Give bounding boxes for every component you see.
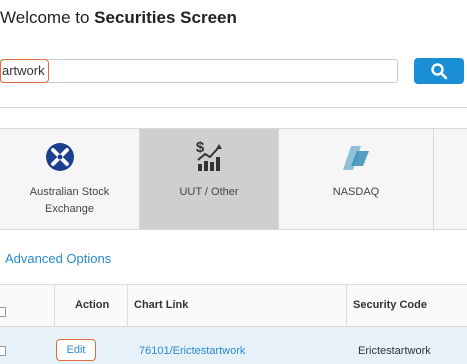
tab-nasdaq[interactable]: NASDAQ bbox=[279, 129, 434, 229]
table-header: Action Chart Link Security Code bbox=[0, 284, 467, 327]
tab-label: UUT / Other bbox=[179, 186, 239, 198]
security-code-cell: Erictestartwork bbox=[358, 345, 431, 357]
asx-logo-icon bbox=[46, 143, 74, 171]
advanced-options-link[interactable]: Advanced Options bbox=[5, 251, 111, 266]
column-separator bbox=[127, 285, 128, 326]
tab-label: Australian Stock bbox=[29, 186, 110, 198]
divider bbox=[0, 107, 467, 108]
search-icon bbox=[431, 63, 448, 80]
tab-label: NASDAQ bbox=[332, 186, 380, 198]
search-button[interactable] bbox=[414, 58, 464, 84]
nasdaq-logo-icon bbox=[343, 146, 369, 170]
column-header-action: Action bbox=[75, 299, 110, 311]
tab-uut-other[interactable]: $ UUT / Other bbox=[140, 129, 279, 229]
svg-text:$: $ bbox=[196, 139, 205, 156]
tab-australian-stock-exchange[interactable]: Australian Stock Exchange bbox=[0, 129, 140, 229]
row-checkbox[interactable] bbox=[0, 346, 6, 356]
tab-label: Exchange bbox=[45, 203, 94, 215]
page-title: Welcome to Securities Screen bbox=[0, 8, 237, 27]
search-input[interactable]: artwork bbox=[0, 59, 398, 83]
exchange-tabs: Australian Stock Exchange $ UUT / Other … bbox=[0, 128, 467, 230]
chart-link[interactable]: 76101/Erictestartwork bbox=[139, 345, 245, 357]
money-chart-icon: $ bbox=[196, 139, 222, 171]
column-header-chart-link[interactable]: Chart Link bbox=[134, 285, 188, 326]
select-all-checkbox[interactable] bbox=[0, 307, 6, 317]
search-input-value: artwork bbox=[0, 59, 49, 83]
column-separator bbox=[346, 285, 347, 326]
edit-button[interactable]: Edit bbox=[56, 339, 96, 361]
tab-more[interactable] bbox=[434, 129, 467, 229]
column-header-security-code[interactable]: Security Code bbox=[353, 285, 427, 326]
column-separator bbox=[54, 285, 55, 326]
